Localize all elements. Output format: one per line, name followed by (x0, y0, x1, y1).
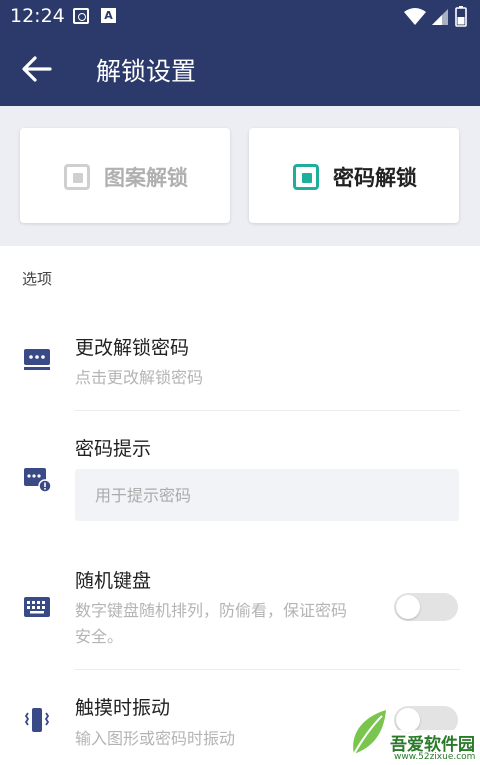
wifi-icon (404, 8, 426, 25)
status-time: 12:24 (10, 5, 65, 27)
random-keyboard-toggle[interactable] (394, 593, 458, 621)
password-unlock-card[interactable]: 密码解锁 (249, 128, 459, 223)
change-password-title: 更改解锁密码 (75, 337, 190, 359)
pattern-unlock-checkbox-icon[interactable] (64, 164, 90, 190)
page-title: 解锁设置 (96, 57, 197, 86)
divider (75, 410, 460, 411)
safe-notification-icon (73, 8, 89, 24)
password-card-icon (24, 349, 50, 370)
vibrate-phone-icon (24, 708, 50, 732)
watermark: 吾爱软件园 www.52zixue.com (348, 700, 478, 762)
section-title: 选项 (22, 270, 53, 288)
password-unlock-label: 密码解锁 (333, 166, 417, 190)
password-hint-input[interactable] (75, 469, 459, 521)
toggle-knob (396, 595, 420, 619)
random-keyboard-subtitle-line1: 数字键盘随机排列，防偷看，保证密码 (75, 601, 348, 620)
pattern-unlock-card[interactable]: 图案解锁 (20, 128, 230, 223)
keyboard-icon (24, 597, 50, 617)
password-hint-title: 密码提示 (75, 438, 152, 460)
watermark-leaf-logo (353, 710, 386, 755)
status-right-icons (404, 6, 467, 27)
change-password-subtitle: 点击更改解锁密码 (75, 368, 204, 387)
touch-vibrate-title: 触摸时振动 (75, 697, 171, 719)
status-bar: 12:24 A (0, 0, 480, 34)
a-notification-icon: A (101, 8, 116, 23)
app-bar: 12:24 A 解锁设置 (0, 0, 480, 106)
random-keyboard-subtitle-line2: 安全。 (75, 627, 124, 646)
random-keyboard-title: 随机键盘 (75, 570, 152, 592)
divider (75, 669, 460, 670)
battery-icon (455, 6, 467, 27)
password-unlock-checkbox-icon[interactable] (293, 164, 319, 190)
password-alert-icon (24, 468, 51, 493)
pattern-unlock-label: 图案解锁 (104, 166, 188, 190)
touch-vibrate-subtitle: 输入图形或密码时振动 (75, 729, 236, 748)
watermark-url: www.52zixue.com (394, 752, 476, 762)
unlock-mode-panel: 图案解锁 密码解锁 (0, 106, 480, 246)
back-arrow-icon[interactable] (20, 54, 54, 84)
